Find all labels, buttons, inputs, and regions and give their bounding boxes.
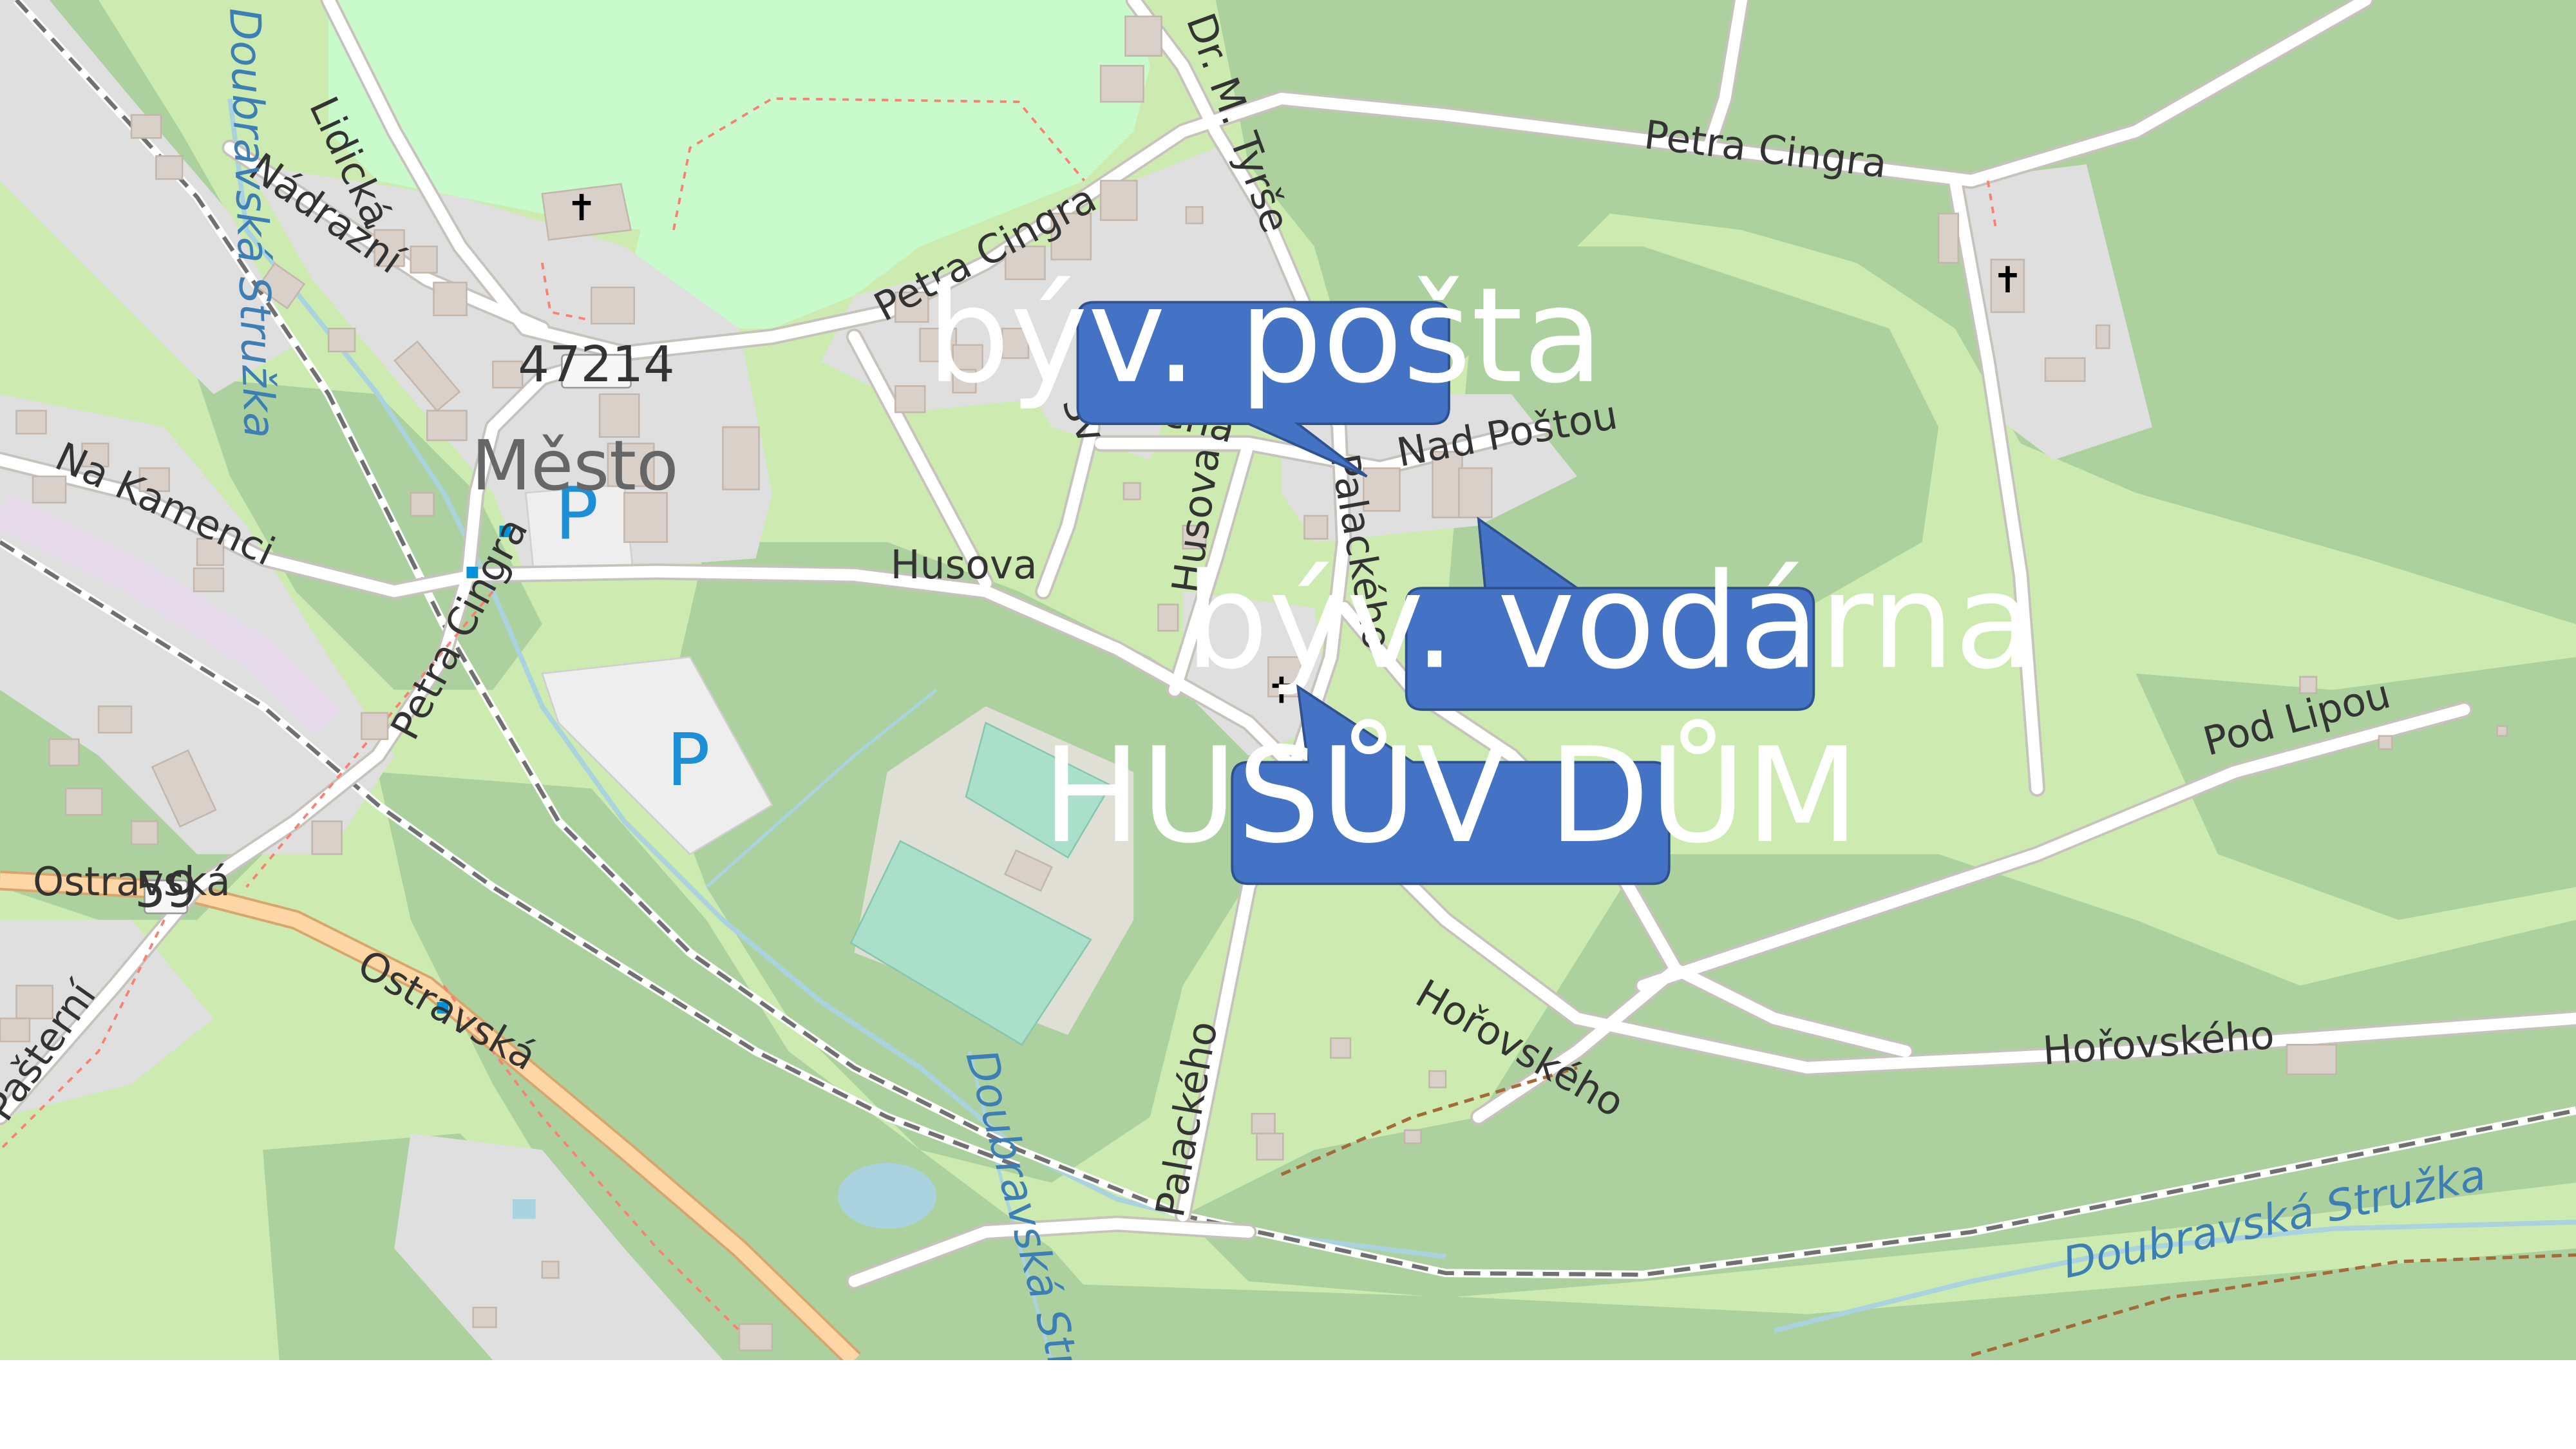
parking-label: P — [667, 719, 710, 802]
cross-icon: ✝ — [1993, 260, 2023, 301]
svg-text:✝: ✝ — [567, 187, 597, 229]
map-canvas[interactable]: ✝ ✝ ✝ 47214 59 P P Město Petra Cingra Pe… — [0, 0, 2576, 1360]
callout-label: HUSŮV DŮM — [1042, 719, 1859, 873]
street-label: Husova — [891, 542, 1037, 588]
road-ref-47214: 47214 — [518, 336, 674, 393]
callout-byv-vodarna[interactable]: býv. vodárna — [1185, 516, 2035, 711]
callout-label: býv. pošta — [927, 260, 1604, 413]
svg-text:✝: ✝ — [1993, 260, 2023, 301]
place-label-mesto: Město — [471, 426, 679, 506]
callout-label: býv. vodárna — [1185, 546, 2035, 699]
cross-icon: ✝ — [567, 187, 597, 229]
street-label: Ostravská — [33, 859, 231, 905]
